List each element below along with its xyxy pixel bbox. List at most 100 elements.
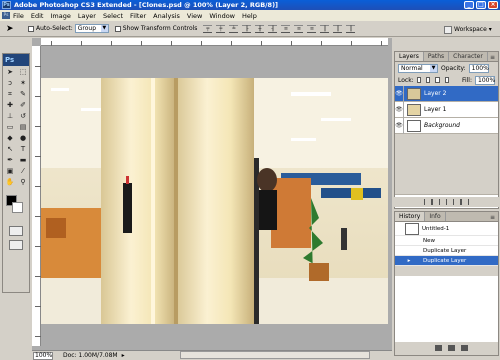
trash-icon[interactable] bbox=[461, 345, 468, 351]
menu-help[interactable]: Help bbox=[242, 12, 257, 20]
horizontal-scrollbar[interactable] bbox=[180, 351, 370, 359]
tab-character[interactable]: Character bbox=[449, 52, 488, 61]
visibility-eye-icon[interactable]: 👁 bbox=[395, 117, 404, 134]
panel-menu-icon[interactable]: ≡ bbox=[490, 54, 495, 61]
hand-tool-icon[interactable]: ✋ bbox=[4, 177, 16, 187]
background-color-swatch[interactable] bbox=[12, 202, 23, 213]
clone-stamp-icon[interactable]: ⊥ bbox=[4, 111, 16, 121]
quick-mask-icon[interactable] bbox=[9, 226, 23, 236]
menu-file[interactable]: File bbox=[13, 12, 24, 20]
healing-brush-icon[interactable]: ✚ bbox=[4, 100, 16, 110]
layer-row[interactable]: 👁 Background bbox=[395, 117, 498, 134]
maximize-button[interactable]: □ bbox=[476, 1, 486, 9]
menu-image[interactable]: Image bbox=[50, 12, 70, 20]
menu-view[interactable]: View bbox=[187, 12, 202, 20]
brush-tool-icon[interactable]: ✐ bbox=[17, 100, 29, 110]
marquee-tool-icon[interactable]: ⬚ bbox=[17, 67, 29, 77]
distribute-bottom-icon[interactable]: ≡ bbox=[307, 24, 317, 33]
screen-mode-icon[interactable] bbox=[9, 240, 23, 250]
move-tool-icon[interactable]: ➤ bbox=[6, 24, 16, 34]
layer-row[interactable]: 👁 Layer 2 bbox=[395, 85, 498, 102]
zoom-level[interactable]: 100% bbox=[33, 351, 53, 360]
snapshot-icon[interactable] bbox=[448, 345, 455, 351]
zoom-tool-icon[interactable]: ⚲ bbox=[17, 177, 29, 187]
blend-mode-select[interactable]: Normal ▼ bbox=[398, 63, 438, 73]
tab-history[interactable]: History bbox=[395, 212, 426, 221]
lock-transparency-icon[interactable] bbox=[416, 77, 422, 83]
blur-tool-icon[interactable]: ◆ bbox=[4, 133, 16, 143]
image-canvas[interactable] bbox=[41, 78, 388, 324]
align-left-icon[interactable]: ╟ bbox=[242, 24, 252, 33]
tab-paths[interactable]: Paths bbox=[424, 52, 450, 61]
move-tool-icon[interactable]: ➤ bbox=[4, 67, 16, 77]
history-state-label: Duplicate Layer bbox=[423, 257, 467, 264]
visibility-eye-icon[interactable]: 👁 bbox=[395, 101, 404, 118]
layer-row[interactable]: 👁 Layer 1 bbox=[395, 101, 498, 118]
shape-tool-icon[interactable]: ▬ bbox=[17, 155, 29, 165]
dodge-tool-icon[interactable]: ● bbox=[17, 133, 29, 143]
eyedropper-tool-icon[interactable]: ⁄ bbox=[17, 166, 29, 176]
magic-wand-tool-icon[interactable]: ✶ bbox=[17, 78, 29, 88]
horizontal-ruler bbox=[41, 38, 388, 46]
distribute-right-icon[interactable]: ║ bbox=[346, 24, 356, 33]
adjustment-layer-icon[interactable] bbox=[445, 199, 448, 205]
menu-window[interactable]: Window bbox=[209, 12, 235, 20]
history-slider-icon[interactable]: ▸ bbox=[395, 258, 423, 264]
distribute-hcenter-icon[interactable]: ║ bbox=[333, 24, 343, 33]
show-transform-checkbox[interactable] bbox=[114, 25, 123, 32]
minimize-button[interactable]: _ bbox=[464, 1, 474, 9]
distribute-vcenter-icon[interactable]: ≡ bbox=[294, 24, 304, 33]
menu-select[interactable]: Select bbox=[103, 12, 123, 20]
new-document-icon[interactable] bbox=[435, 345, 442, 351]
distribute-left-icon[interactable]: ║ bbox=[320, 24, 330, 33]
menu-layer[interactable]: Layer bbox=[78, 12, 96, 20]
lasso-tool-icon[interactable]: ↄ bbox=[4, 78, 16, 88]
new-group-icon[interactable] bbox=[453, 199, 455, 205]
menu-edit[interactable]: Edit bbox=[31, 12, 44, 20]
lock-pixels-icon[interactable] bbox=[426, 77, 431, 83]
photoshop-window: Ps Adobe Photoshop CS3 Extended - [Clone… bbox=[0, 0, 500, 360]
auto-select-checkbox[interactable] bbox=[28, 25, 36, 32]
layer-style-icon[interactable] bbox=[431, 199, 433, 205]
history-state[interactable]: ▸ Duplicate Layer bbox=[395, 256, 498, 266]
gradient-tool-icon[interactable]: ▤ bbox=[17, 122, 29, 132]
layer-mask-icon[interactable] bbox=[438, 199, 440, 205]
history-state[interactable]: Duplicate Layer bbox=[395, 246, 498, 256]
trash-icon[interactable] bbox=[467, 199, 469, 205]
slice-tool-icon[interactable]: ✎ bbox=[17, 89, 29, 99]
lock-all-icon[interactable] bbox=[444, 77, 449, 83]
fill-field[interactable]: 100% bbox=[475, 75, 495, 85]
link-layers-icon[interactable] bbox=[424, 199, 426, 205]
workspace-menu[interactable]: Workspace ▾ bbox=[444, 24, 492, 35]
visibility-eye-icon[interactable]: 👁 bbox=[395, 85, 404, 102]
path-selection-icon[interactable]: ↖ bbox=[4, 144, 16, 154]
close-button[interactable]: × bbox=[488, 1, 498, 9]
crop-tool-icon[interactable]: ⌗ bbox=[4, 89, 16, 99]
align-right-icon[interactable]: ╢ bbox=[268, 24, 278, 33]
align-hcenter-icon[interactable]: ╫ bbox=[255, 24, 265, 33]
photo-image bbox=[41, 78, 388, 324]
panel-menu-icon[interactable]: ≡ bbox=[490, 214, 495, 221]
ps-menu-icon[interactable]: Ps bbox=[2, 12, 10, 19]
new-layer-icon[interactable] bbox=[460, 199, 462, 205]
opacity-field[interactable]: 100% bbox=[468, 63, 489, 73]
align-bottom-icon[interactable]: ╧ bbox=[229, 24, 239, 33]
history-state[interactable]: New bbox=[395, 236, 498, 246]
align-top-icon[interactable]: ╤ bbox=[203, 24, 213, 33]
type-tool-icon[interactable]: T bbox=[17, 144, 29, 154]
status-menu-arrow-icon[interactable]: ▸ bbox=[122, 352, 125, 359]
menu-filter[interactable]: Filter bbox=[130, 12, 146, 20]
history-snapshot[interactable]: Untitled-1 bbox=[395, 222, 498, 236]
history-brush-icon[interactable]: ↺ bbox=[17, 111, 29, 121]
pen-tool-icon[interactable]: ✒ bbox=[4, 155, 16, 165]
tab-layers[interactable]: Layers bbox=[395, 52, 424, 61]
eraser-tool-icon[interactable]: ▭ bbox=[4, 122, 16, 132]
tab-info[interactable]: Info bbox=[425, 212, 446, 221]
menu-analysis[interactable]: Analysis bbox=[153, 12, 180, 20]
lock-position-icon[interactable] bbox=[435, 77, 440, 83]
align-vcenter-icon[interactable]: ╪ bbox=[216, 24, 226, 33]
notes-tool-icon[interactable]: ▣ bbox=[4, 166, 16, 176]
vertical-ruler bbox=[32, 46, 41, 346]
distribute-top-icon[interactable]: ≡ bbox=[281, 24, 291, 33]
auto-select-dropdown[interactable]: Group ▼ bbox=[74, 24, 109, 33]
